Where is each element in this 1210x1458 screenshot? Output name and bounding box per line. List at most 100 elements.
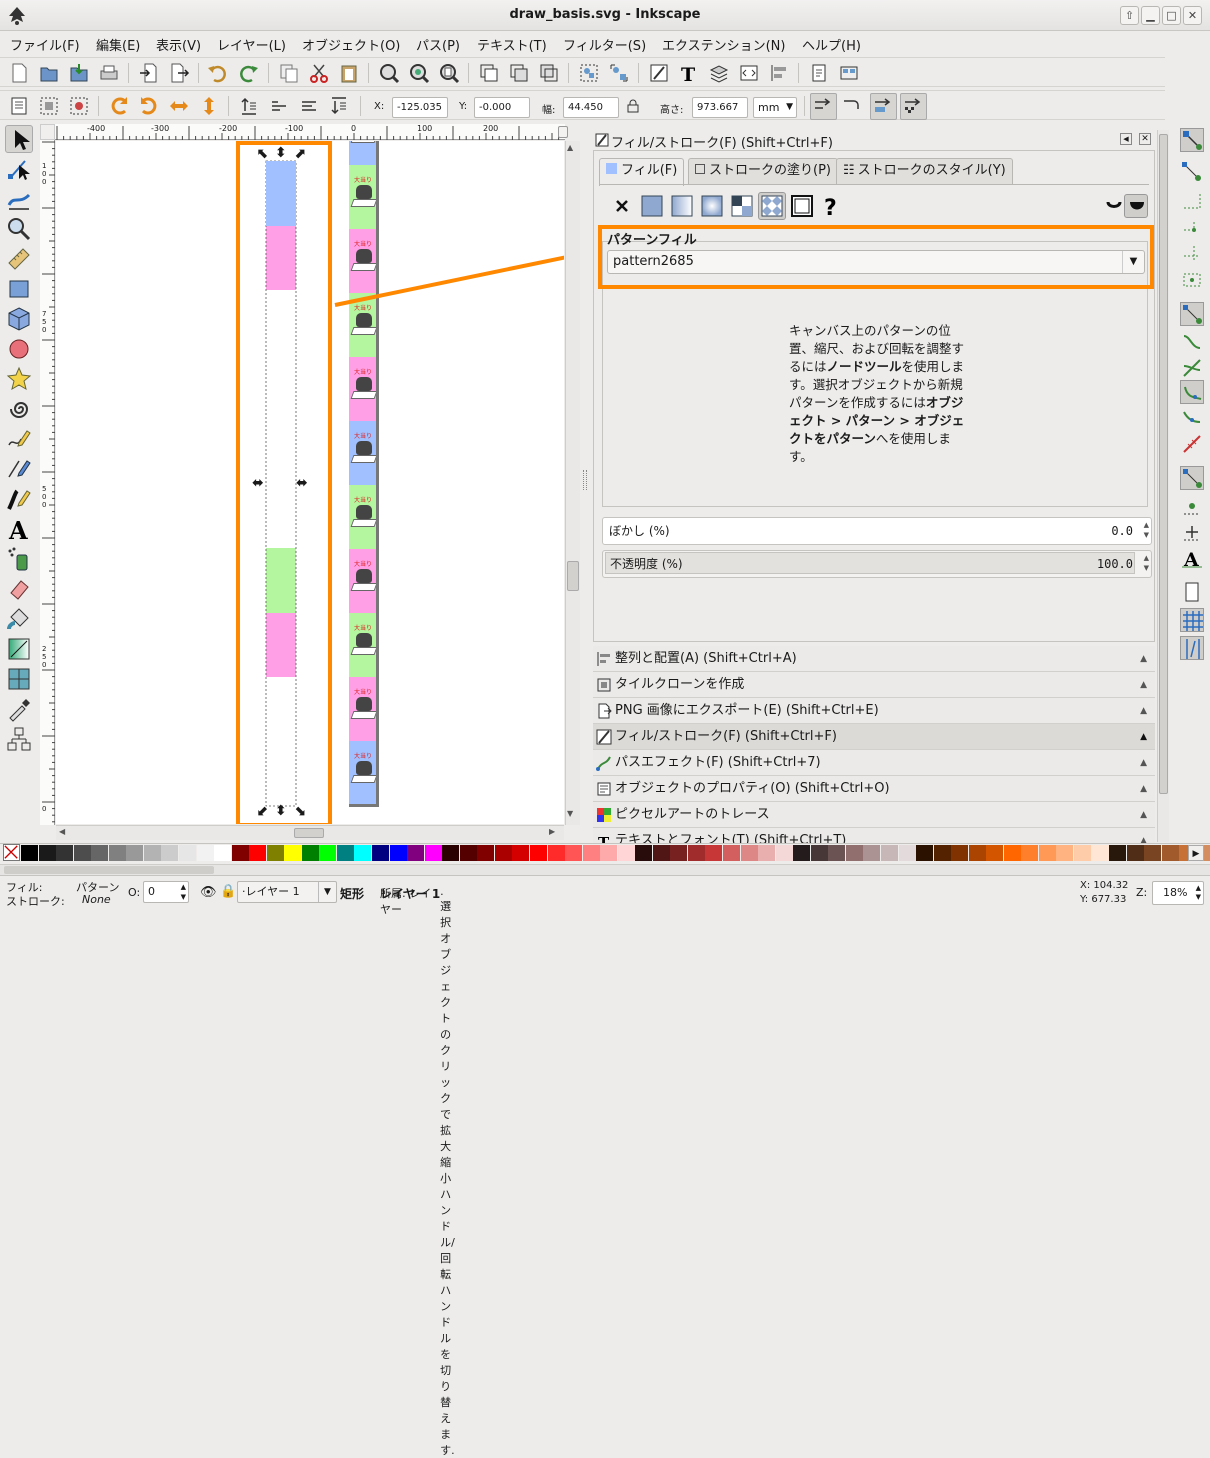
- color-swatch[interactable]: [73, 845, 91, 861]
- status-opacity-input[interactable]: 0 ▲ ▼: [143, 881, 189, 903]
- document-properties-icon[interactable]: [808, 62, 830, 84]
- redo-icon[interactable]: [238, 62, 260, 84]
- preferences-icon[interactable]: [838, 62, 860, 84]
- scroll-right-icon[interactable]: ▶: [549, 827, 555, 836]
- import-icon[interactable]: [138, 62, 160, 84]
- snap-bbox-icon[interactable]: [1180, 160, 1204, 184]
- color-swatch[interactable]: [1021, 845, 1039, 861]
- color-swatch[interactable]: [793, 845, 811, 861]
- dock-row-fill-stroke[interactable]: フィル/ストローク(F) (Shift+Ctrl+F) ▲: [593, 724, 1155, 750]
- dock-row-pixel-art[interactable]: ピクセルアートのトレース ▲: [593, 802, 1155, 828]
- dropper-tool-icon[interactable]: [5, 695, 33, 723]
- status-opacity-spin-icon[interactable]: ▲ ▼: [181, 882, 186, 902]
- text-tool-icon[interactable]: A: [5, 515, 33, 545]
- node-tool-icon[interactable]: [5, 155, 33, 183]
- color-swatch[interactable]: [178, 845, 196, 861]
- color-swatch[interactable]: [863, 845, 881, 861]
- color-swatch[interactable]: [1109, 845, 1127, 861]
- no-paint-icon[interactable]: [610, 194, 634, 218]
- flip-vertical-icon[interactable]: [198, 95, 220, 117]
- scale-handle-s-icon[interactable]: ⬍: [275, 803, 287, 819]
- tweak-tool-icon[interactable]: [5, 185, 33, 213]
- color-swatch[interactable]: [898, 845, 916, 861]
- pattern-icon[interactable]: [758, 192, 786, 220]
- scroll-up-icon[interactable]: ▲: [567, 143, 573, 152]
- color-swatch[interactable]: [477, 845, 495, 861]
- color-swatch[interactable]: [301, 845, 319, 861]
- horizontal-scroll-thumb[interactable]: [294, 828, 324, 838]
- flip-horizontal-icon[interactable]: [168, 95, 190, 117]
- raise-to-top-icon[interactable]: [238, 95, 260, 117]
- window-minimize-icon[interactable]: ▁: [1141, 6, 1160, 25]
- opacity-value[interactable]: 100.0: [1097, 551, 1133, 577]
- tab-stroke-style[interactable]: ☷ ストロークのスタイル(Y): [836, 158, 1013, 184]
- color-swatch[interactable]: [21, 845, 38, 861]
- color-swatch[interactable]: [933, 845, 951, 861]
- color-swatch[interactable]: [108, 845, 126, 861]
- pattern-source-strip[interactable]: 大当り大当り大当り大当り大当り大当り大当り大当り大当り大当り大当り大当り: [349, 141, 379, 807]
- color-swatch[interactable]: [424, 845, 442, 861]
- snap-enable-icon[interactable]: [1180, 128, 1204, 152]
- status-stroke-value[interactable]: None: [82, 893, 111, 906]
- color-swatch[interactable]: [1038, 845, 1056, 861]
- current-layer-select[interactable]: ·レイヤー 1 ▼: [237, 881, 337, 903]
- unit-select[interactable]: mm ▼: [753, 97, 797, 118]
- paste-icon[interactable]: [338, 62, 360, 84]
- spray-tool-icon[interactable]: [5, 545, 33, 573]
- menu-edit[interactable]: 編集(E): [96, 35, 140, 54]
- palette-scroll-thumb[interactable]: [4, 866, 214, 874]
- color-swatch[interactable]: [565, 845, 583, 861]
- color-swatch[interactable]: [687, 845, 705, 861]
- ellipse-tool-icon[interactable]: [5, 335, 33, 363]
- color-swatch[interactable]: [582, 845, 600, 861]
- blur-spin-arrows-icon[interactable]: ▲ ▼: [1144, 520, 1149, 540]
- vertical-scroll-thumb[interactable]: [567, 561, 579, 591]
- zoom-selection-icon[interactable]: [378, 62, 400, 84]
- gradient-tool-icon[interactable]: [5, 635, 33, 663]
- dock-iconify-icon[interactable]: ◀: [1120, 133, 1132, 145]
- color-swatch[interactable]: [319, 845, 337, 861]
- new-document-icon[interactable]: [8, 62, 30, 84]
- snap-bbox-corner-icon[interactable]: [1180, 216, 1204, 240]
- snap-guides-icon[interactable]: [1180, 636, 1204, 660]
- color-swatch[interactable]: [758, 845, 776, 861]
- text-font-icon[interactable]: T: [678, 62, 700, 86]
- snap-rotation-center-icon[interactable]: [1180, 520, 1204, 544]
- snap-bbox-edge-icon[interactable]: [1180, 188, 1204, 212]
- snap-others-icon[interactable]: [1180, 466, 1204, 490]
- color-swatch[interactable]: [372, 845, 389, 861]
- snap-paths-icon[interactable]: [1180, 330, 1204, 354]
- color-swatch[interactable]: [38, 845, 56, 861]
- color-swatch[interactable]: [652, 845, 670, 861]
- scale-handle-w-icon[interactable]: ⬌: [252, 475, 264, 491]
- color-swatch[interactable]: [1144, 845, 1162, 861]
- window-close-icon[interactable]: ✕: [1183, 6, 1202, 25]
- zoom-tool-icon[interactable]: [5, 215, 33, 243]
- menu-text[interactable]: テキスト(T): [477, 35, 547, 54]
- color-swatch[interactable]: [249, 845, 267, 861]
- color-swatch[interactable]: [828, 845, 846, 861]
- width-input[interactable]: 44.450: [563, 97, 619, 118]
- star-tool-icon[interactable]: [5, 365, 33, 393]
- measure-tool-icon[interactable]: [5, 245, 33, 273]
- clone-icon[interactable]: [478, 62, 500, 84]
- scale-handle-sw-icon[interactable]: ⬋: [257, 803, 269, 819]
- 3d-box-tool-icon[interactable]: [5, 305, 33, 333]
- menu-object[interactable]: オブジェクト(O): [302, 35, 400, 54]
- pencil-tool-icon[interactable]: [5, 425, 33, 453]
- rectangle-tool-icon[interactable]: [5, 275, 33, 303]
- color-swatch[interactable]: [1003, 845, 1021, 861]
- selector-tool-icon[interactable]: [5, 125, 33, 153]
- dock-scroll-thumb[interactable]: [1159, 134, 1168, 794]
- color-swatch[interactable]: [143, 845, 161, 861]
- dock-row-text-font[interactable]: T テキストとフォント(T) (Shift+Ctrl+T) ▲: [593, 828, 1155, 844]
- select-all-icon[interactable]: [8, 95, 30, 117]
- layers-icon[interactable]: [708, 62, 730, 84]
- color-swatch[interactable]: [1056, 845, 1074, 861]
- drawing-canvas[interactable]: ⬉ ⬍ ⬈ ⬌ ⬌ ⬋ ⬍ ⬊ 大当り 大当り 大当り 大当り 大当り 大当り 大当り 大当り…: [56, 141, 564, 824]
- lower-icon[interactable]: [298, 95, 320, 117]
- ungroup-icon[interactable]: [608, 62, 630, 84]
- color-swatch[interactable]: [161, 845, 179, 861]
- color-swatch[interactable]: [442, 845, 460, 861]
- snap-grid-icon[interactable]: [1180, 608, 1204, 632]
